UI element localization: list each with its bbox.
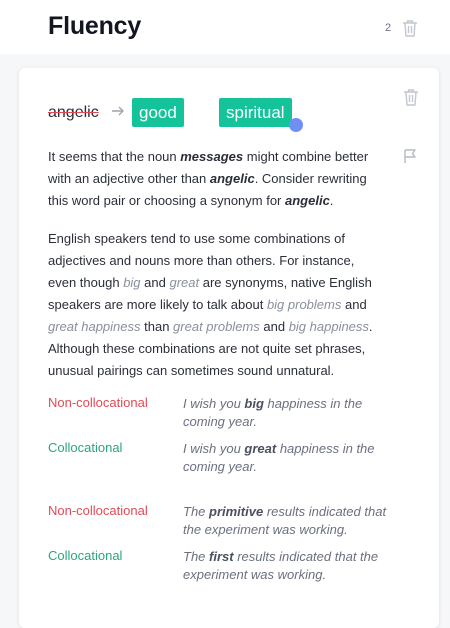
text-segment: and [259,319,289,334]
text-segment: . [329,193,334,208]
suggestion-card: angelic good spiritual It seems that the… [19,68,439,628]
text-segment: The [183,549,210,564]
text-segment: The [183,504,210,519]
original-word: angelic [48,104,99,121]
example-label: Non-collocational [48,395,148,410]
emphasis-word: angelic [209,171,255,186]
explanation-paragraph: It seems that the noun messages might co… [48,146,378,212]
example-phrase: big problems [266,297,342,312]
key-word: big [244,396,264,411]
example-sentence: The first results indicated that the exp… [183,548,388,584]
header-bar: Fluency 2 [0,0,450,54]
text-segment: I wish you [183,396,245,411]
text-segment: than [140,319,174,334]
page-title: Fluency [48,12,142,40]
flag-icon[interactable] [403,148,419,164]
example-phrase: big happiness [288,319,369,334]
suggestion-chip-good[interactable]: good [132,98,184,127]
example-sentence: I wish you great happiness in the coming… [183,440,388,476]
example-sentence: The primitive results indicated that the… [183,503,388,539]
key-word: great [244,441,277,456]
example-phrase: great problems [173,319,260,334]
example-phrase: big [123,275,141,290]
arrow-right-icon [111,104,125,118]
details-paragraph: English speakers tend to use some combin… [48,228,378,382]
example-sentence: I wish you big happiness in the coming y… [183,395,388,431]
example-phrase: great [169,275,200,290]
example-phrase: great happiness [48,319,141,334]
example-label: Collocational [48,548,123,563]
trash-icon[interactable] [403,88,419,106]
replacement-row: angelic good spiritual [48,98,303,132]
text-segment: It seems that the noun [48,149,181,164]
trash-icon[interactable] [402,19,418,37]
text-segment: I wish you [183,441,245,456]
example-label: Non-collocational [48,503,148,518]
emphasis-word: angelic [285,193,330,208]
emphasis-word: messages [180,149,244,164]
alert-count: 2 [385,22,392,34]
key-word: first [209,549,234,564]
status-dot [289,118,303,132]
key-word: primitive [209,504,264,519]
suggestion-chip-spiritual[interactable]: spiritual [219,98,292,127]
text-segment: and [140,275,170,290]
text-segment: and [341,297,367,312]
example-label: Collocational [48,440,123,455]
